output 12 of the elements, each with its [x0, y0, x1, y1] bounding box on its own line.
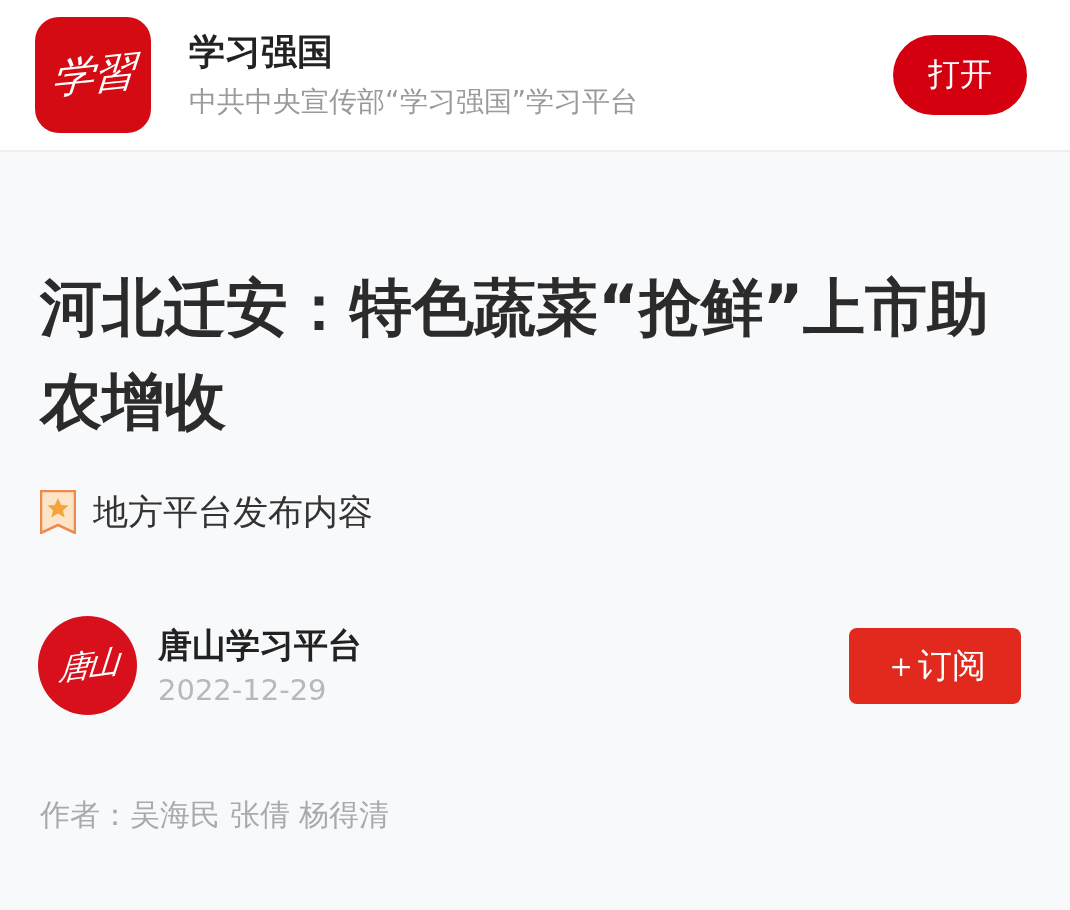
publisher-name[interactable]: 唐山学习平台 [158, 623, 362, 666]
open-app-button[interactable]: 打开 [893, 35, 1027, 115]
app-description: 中共中央宣传部“学习强国”学习平台 [189, 84, 638, 120]
bookmark-star-icon [40, 490, 76, 534]
author-byline: 作者：吴海民 张倩 杨得清 [40, 796, 391, 834]
app-logo-icon: 学習 [35, 17, 151, 133]
publish-date: 2022-12-29 [158, 671, 327, 708]
article-title: 河北迁安：特色蔬菜“抢鲜”上市助农增收 [40, 270, 991, 440]
subscribe-button[interactable]: ＋订阅 [849, 627, 1021, 704]
source-label: 地方平台发布内容 [93, 491, 373, 534]
app-name: 学习强国 [189, 30, 333, 74]
publisher-avatar-icon: 唐山 [38, 616, 137, 715]
